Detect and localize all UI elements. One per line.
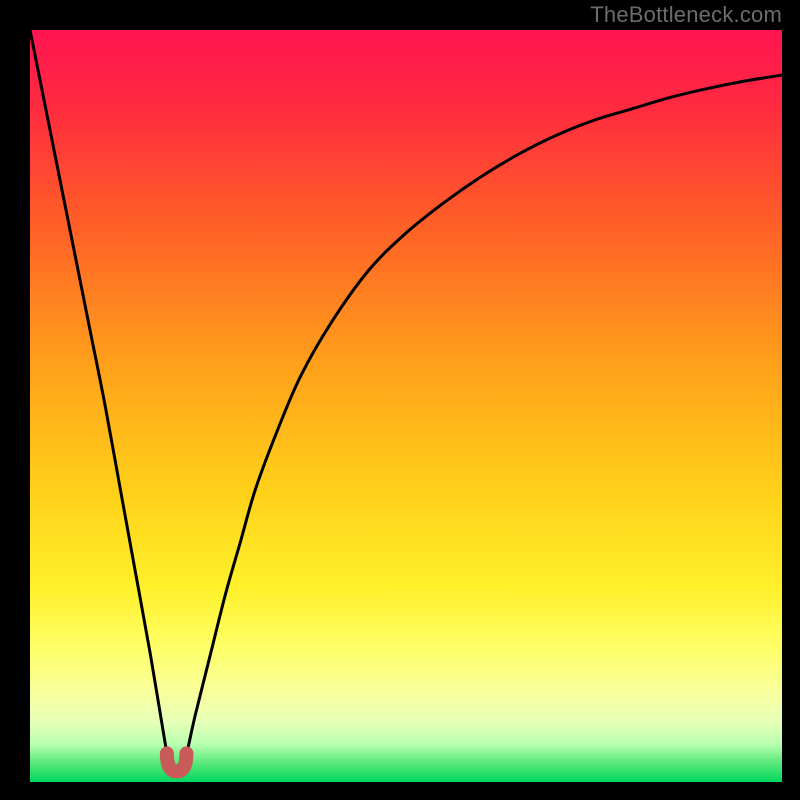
plot-area	[30, 30, 782, 782]
gradient-background	[30, 30, 782, 782]
chart-frame: TheBottleneck.com	[0, 0, 800, 800]
watermark-text: TheBottleneck.com	[590, 2, 782, 28]
plot-svg	[30, 30, 782, 782]
